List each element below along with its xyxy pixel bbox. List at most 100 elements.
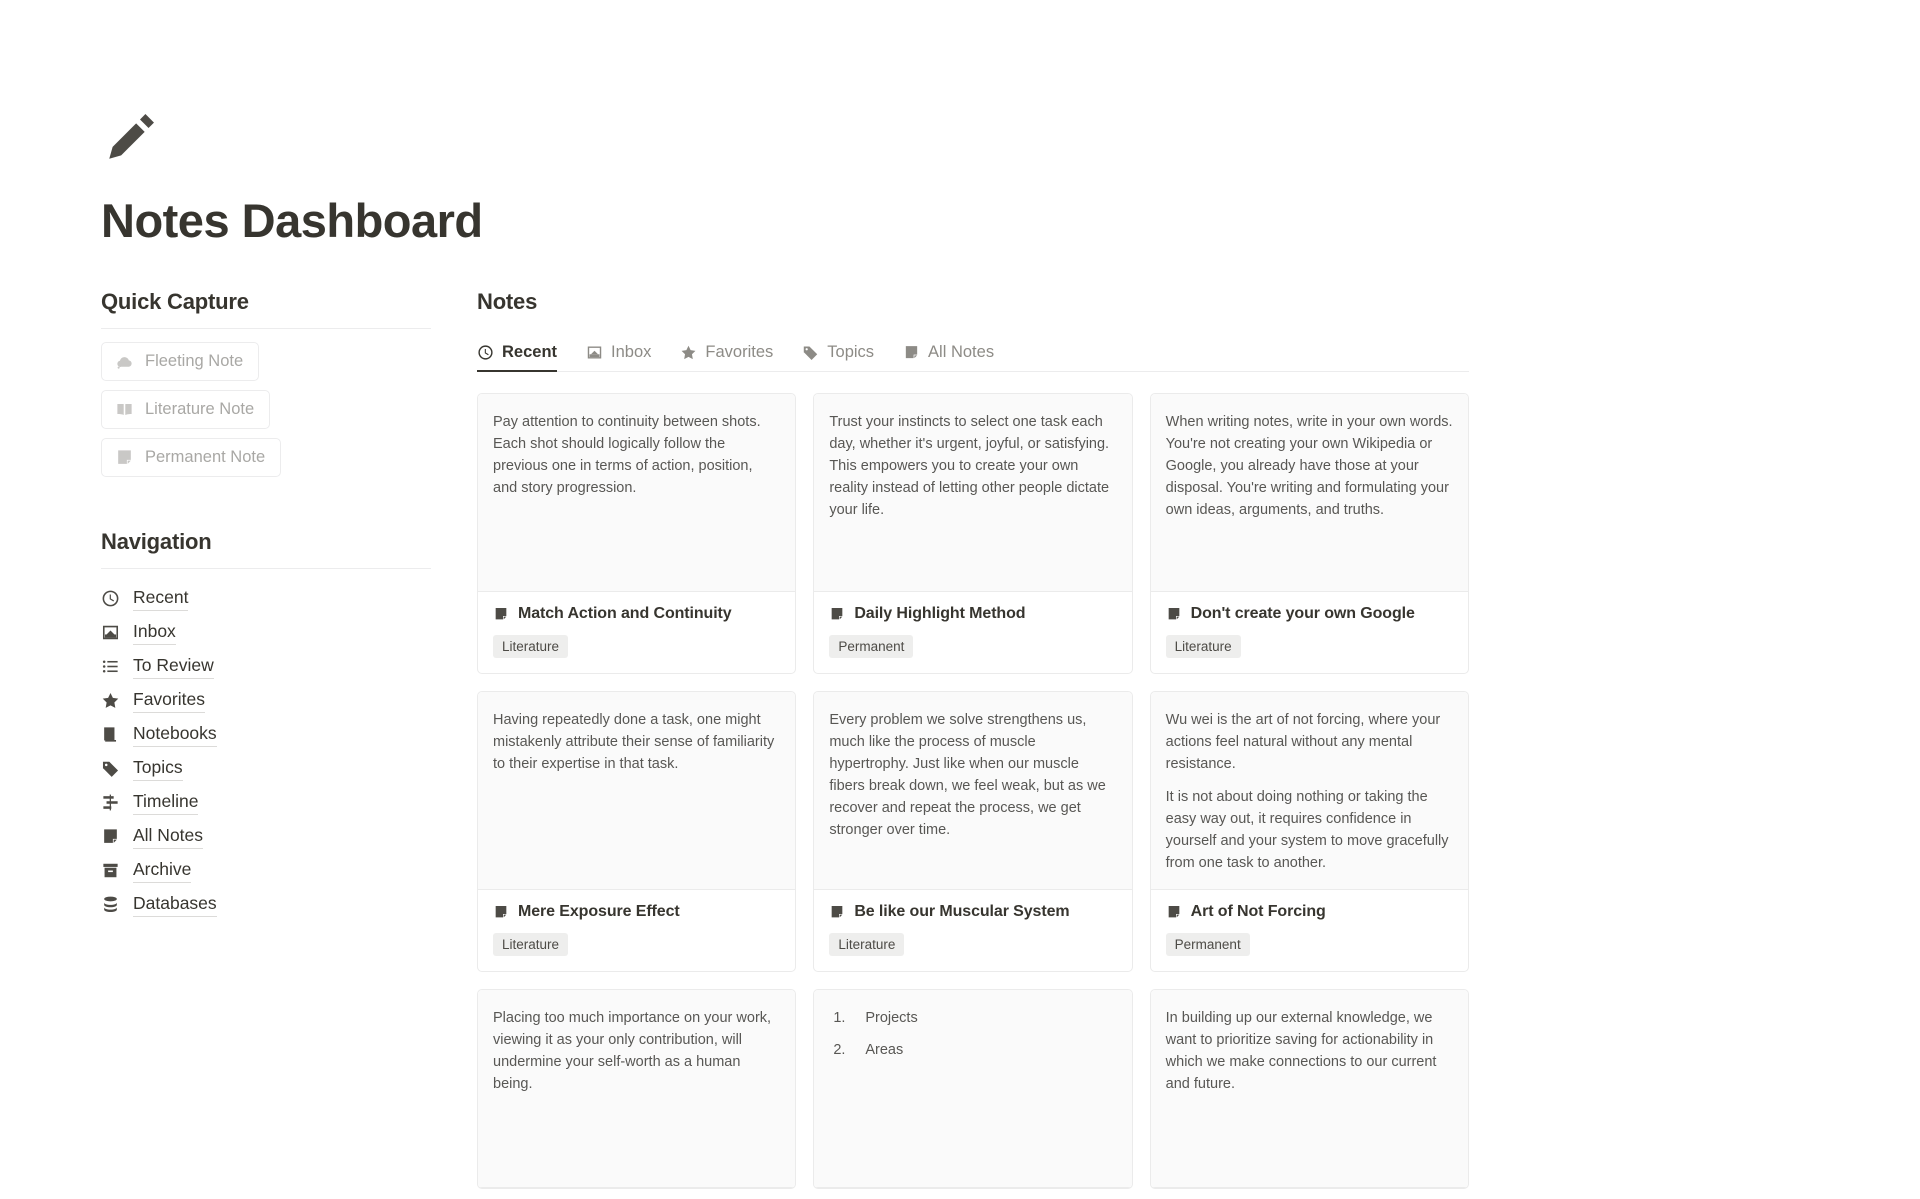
note-icon [493,904,509,920]
tab-inbox[interactable]: Inbox [586,343,651,372]
note-card[interactable]: Trust your instincts to select one task … [813,392,1133,674]
sidebar-item-label: Favorites [133,688,205,713]
sidebar-item-databases[interactable]: Databases [101,888,431,922]
sidebar-item-favorites[interactable]: Favorites [101,684,431,718]
note-preview: Every problem we solve strengthens us, m… [814,691,1132,890]
tab-label: All Notes [928,342,995,361]
note-icon [493,606,509,622]
note-tag: Literature [493,634,569,658]
tab-label: Favorites [705,342,774,361]
note-preview: When writing notes, write in your own wo… [1150,393,1468,592]
navigation-list: Recent Inbox To Review Favorites Noteboo… [101,582,431,922]
note-preview: Pay attention to continuity between shot… [478,393,796,592]
note-preview: Having repeatedly done a task, one might… [478,691,796,890]
sidebar-item-label: Recent [133,586,189,611]
note-preview-text: In building up our external knowledge, w… [1165,1009,1437,1092]
note-icon [829,904,845,920]
tab-topics[interactable]: Topics [802,343,874,372]
inbox-tray-icon [586,344,603,361]
sidebar-item-label: Databases [133,892,217,917]
navigation-title: Navigation [101,528,212,554]
divider [101,327,431,329]
sidebar-item-label: To Review [133,654,214,679]
note-tag: Permanent [829,634,914,658]
sidebar: Quick Capture Fleeting Note Literature N [101,289,431,922]
note-title: Art of Not Forcing [1190,902,1326,920]
fleeting-note-label: Fleeting Note [145,351,244,370]
note-card[interactable]: Wu wei is the art of not forcing, where … [1149,690,1469,972]
note-title: Don't create your own Google [1190,604,1415,622]
note-card[interactable]: Placing too much importance on your work… [477,988,797,1189]
tab-label: Recent [502,342,558,361]
note-icon [115,448,134,467]
note-footer: Don't create your own Google Literature [1151,592,1468,673]
note-card[interactable]: In building up our external knowledge, w… [1149,988,1469,1189]
note-card[interactable]: Pay attention to continuity between shot… [477,392,797,674]
note-preview-text: Pay attention to continuity between shot… [493,413,761,496]
note-preview-text: Wu wei is the art of not forcing, where … [1165,711,1441,772]
sidebar-item-label: Archive [133,858,192,883]
note-preview: Placing too much importance on your work… [478,989,796,1188]
permanent-note-button[interactable]: Permanent Note [101,437,282,477]
tab-all-notes[interactable]: All Notes [903,343,994,372]
divider [101,567,431,569]
note-card[interactable]: Projects Areas [813,988,1133,1189]
sidebar-item-to-review[interactable]: To Review [101,650,431,684]
open-book-icon [115,400,134,419]
notes-tabs: Recent Inbox Favorites Topics All Notes [477,337,1469,372]
literature-note-button[interactable]: Literature Note [101,389,271,429]
quick-capture-list: Fleeting Note Literature Note Permanent … [101,341,431,477]
note-footer: Mere Exposure Effect Literature [478,890,795,971]
note-card[interactable]: Every problem we solve strengthens us, m… [813,690,1133,972]
note-icon [1166,606,1182,622]
note-preview-text: Placing too much importance on your work… [493,1009,772,1092]
note-preview: In building up our external knowledge, w… [1150,989,1468,1188]
tab-label: Topics [827,342,875,361]
sidebar-item-recent[interactable]: Recent [101,582,431,616]
notes-heading: Notes [477,288,538,314]
note-preview-text: It is not about doing nothing or taking … [1165,788,1449,871]
note-tag: Literature [1165,634,1241,658]
note-icon [101,827,120,846]
note-footer: Match Action and Continuity Literature [478,592,795,673]
note-preview-text: Trust your instincts to select one task … [829,413,1110,518]
tab-favorites[interactable]: Favorites [680,343,773,372]
fleeting-note-button[interactable]: Fleeting Note [101,341,260,381]
note-tag: Permanent [1165,932,1250,956]
inbox-tray-icon [101,623,120,642]
sidebar-item-timeline[interactable]: Timeline [101,786,431,820]
note-footer: Daily Highlight Method Permanent [814,592,1131,673]
sidebar-item-label: Topics [133,756,183,781]
sidebar-item-notebooks[interactable]: Notebooks [101,718,431,752]
note-title: Be like our Muscular System [854,902,1070,920]
clock-icon [477,344,494,361]
sidebar-item-inbox[interactable]: Inbox [101,616,431,650]
timeline-icon [101,793,120,812]
note-icon [1166,904,1182,920]
literature-note-label: Literature Note [145,399,255,418]
note-tag: Literature [829,932,905,956]
note-card[interactable]: Having repeatedly done a task, one might… [477,690,797,972]
note-title: Daily Highlight Method [854,604,1026,622]
note-preview-text: Having repeatedly done a task, one might… [493,711,775,772]
tab-label: Inbox [611,342,652,361]
note-title: Mere Exposure Effect [518,902,680,920]
note-preview-text: Every problem we solve strengthens us, m… [829,711,1106,838]
tab-recent[interactable]: Recent [477,342,558,372]
note-preview: Wu wei is the art of not forcing, where … [1150,691,1468,890]
star-icon [680,344,697,361]
note-icon [903,344,920,361]
sidebar-item-archive[interactable]: Archive [101,854,431,888]
tag-icon [101,759,120,778]
note-preview-text: When writing notes, write in your own wo… [1165,413,1453,518]
main-content: Notes Recent Inbox Favorites Topics All … [477,289,1469,1189]
sidebar-item-all-notes[interactable]: All Notes [101,820,431,854]
quick-capture-section: Quick Capture Fleeting Note Literature N [101,289,431,477]
quick-capture-title: Quick Capture [101,288,249,314]
note-tag: Literature [493,932,569,956]
note-card[interactable]: When writing notes, write in your own wo… [1149,392,1469,674]
notes-dashboard-page: Notes Dashboard Quick Capture Fleeting N… [0,0,1920,1199]
sidebar-item-topics[interactable]: Topics [101,752,431,786]
book-icon [101,725,120,744]
note-footer: Be like our Muscular System Literature [814,890,1131,971]
